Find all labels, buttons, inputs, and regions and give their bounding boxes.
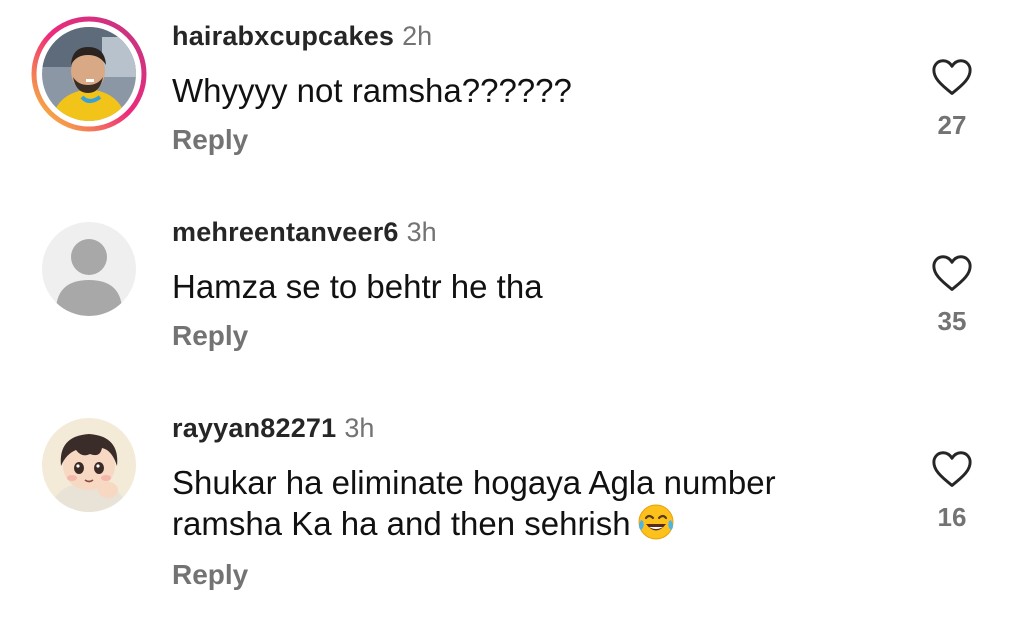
reply-button[interactable]: Reply bbox=[172, 320, 248, 352]
username[interactable]: mehreentanveer6 bbox=[172, 217, 399, 247]
timestamp: 3h bbox=[344, 413, 375, 443]
like-button[interactable]: 35 bbox=[929, 254, 975, 337]
like-button[interactable]: 16 bbox=[929, 450, 975, 533]
timestamp: 2h bbox=[402, 21, 433, 51]
username[interactable]: hairabxcupcakes bbox=[172, 21, 394, 51]
avatar[interactable] bbox=[42, 418, 136, 512]
reply-button[interactable]: Reply bbox=[172, 559, 248, 591]
avatar[interactable] bbox=[42, 27, 136, 121]
comment-text: Shukar ha eliminate hogaya Agla number r… bbox=[172, 462, 892, 544]
timestamp: 3h bbox=[406, 217, 437, 247]
username[interactable]: rayyan82271 bbox=[172, 413, 336, 443]
comment-text-content: Shukar ha eliminate hogaya Agla number r… bbox=[172, 464, 776, 542]
like-button[interactable]: 27 bbox=[929, 58, 975, 141]
like-count: 27 bbox=[937, 110, 967, 140]
heart-icon bbox=[932, 451, 972, 487]
username-line: mehreentanveer6 3h bbox=[172, 217, 437, 247]
heart-icon bbox=[932, 255, 972, 291]
username-line: hairabxcupcakes 2h bbox=[172, 21, 432, 51]
heart-icon bbox=[932, 59, 972, 95]
comment-text: Hamza se to behtr he tha bbox=[172, 268, 543, 305]
comment-text: Whyyyy not ramsha?????? bbox=[172, 72, 572, 109]
tears-of-joy-emoji-icon bbox=[637, 503, 675, 541]
like-count: 35 bbox=[937, 306, 967, 336]
reply-button[interactable]: Reply bbox=[172, 124, 248, 156]
like-count: 16 bbox=[937, 502, 967, 532]
avatar[interactable] bbox=[42, 222, 136, 316]
username-line: rayyan82271 3h bbox=[172, 413, 374, 443]
